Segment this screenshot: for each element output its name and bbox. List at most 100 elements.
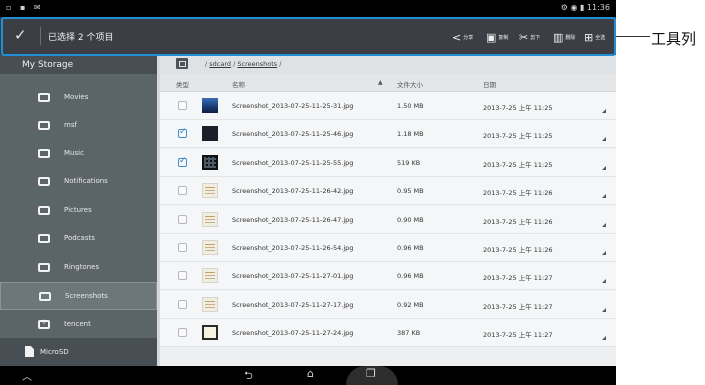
row-menu-corner-icon[interactable] <box>602 336 606 341</box>
share-icon: < <box>452 30 462 44</box>
file-size: 1.18 MB <box>397 130 424 139</box>
row-menu-corner-icon[interactable] <box>602 109 606 113</box>
file-size: 0.96 MB <box>397 272 424 281</box>
row-menu-corner-icon[interactable] <box>602 137 606 142</box>
folder-icon <box>38 149 50 158</box>
row-checkbox[interactable] <box>178 328 187 338</box>
file-size: 1.50 MB <box>397 102 424 110</box>
select-all-button[interactable]: ⊞ 全选 <box>584 29 605 45</box>
table-row[interactable]: Screenshot_2013-07-25-11-26-47.jpg 0.90 M… <box>160 205 616 234</box>
share-label: 分享 <box>463 34 474 41</box>
home-icon[interactable]: ⌂ <box>307 367 314 380</box>
recent-apps-icon[interactable]: ❐ <box>366 367 376 380</box>
folder-icon <box>38 177 50 186</box>
folder-icon <box>38 234 50 243</box>
storage-location-icon[interactable] <box>176 58 188 69</box>
file-date: 2013-7-25 上午 11:26 <box>483 246 553 254</box>
sort-ascending-icon[interactable]: ▲ <box>378 79 383 86</box>
row-menu-corner-icon[interactable] <box>602 251 606 255</box>
sidebar-item-movies[interactable]: Movies <box>0 84 157 112</box>
column-header-type[interactable]: 类型 <box>176 79 189 89</box>
tablet-screen: ▫ ▪ ✉ ⚙ ◉ ▮ 11:36 ✓ 已选择 2 个项目 < 分享 ▣ 复制 … <box>0 0 616 385</box>
row-checkbox[interactable] <box>178 214 187 224</box>
row-menu-corner-icon[interactable] <box>602 222 606 227</box>
file-date: 2013-7-25 上午 11:26 <box>483 189 553 198</box>
sd-card-icon <box>25 346 34 357</box>
folder-icon <box>39 292 51 301</box>
row-checkbox[interactable] <box>178 243 187 252</box>
folder-plus-icon <box>38 318 50 329</box>
system-navigation-bar: ︿ ⮌ ⌂ ❐ <box>0 366 616 385</box>
sidebar-item-podcasts[interactable]: Podcasts <box>0 225 157 253</box>
status-clock: ⚙ ◉ ▮ 11:36 <box>560 3 610 12</box>
back-icon[interactable]: ⮌ <box>244 367 253 385</box>
sidebar-item-label: Screenshots <box>65 292 108 300</box>
breadcrumb-separator: / <box>279 60 282 68</box>
sidebar-item-tencent[interactable]: tencent <box>0 311 157 339</box>
table-row[interactable]: Screenshot_2013-07-25-11-25-55.jpg 519 KB… <box>160 148 616 177</box>
done-check-icon[interactable]: ✓ <box>14 26 27 44</box>
breadcrumb-segment-screenshots[interactable]: Screenshots <box>237 60 277 68</box>
copy-icon: ▣ <box>486 30 497 44</box>
delete-button[interactable]: ▥ 删除 <box>553 29 575 45</box>
row-checkbox[interactable] <box>178 101 187 110</box>
cut-button[interactable]: ✂ 剪下 <box>519 29 540 45</box>
share-button[interactable]: < 分享 <box>452 29 473 45</box>
row-menu-corner-icon[interactable] <box>602 307 606 312</box>
column-header-name[interactable]: 名称 <box>232 79 245 89</box>
table-row[interactable]: Screenshot_2013-07-25-11-27-01.jpg 0.96 M… <box>160 262 616 291</box>
file-table-header: 类型 名称 ▲ 文件大小 日期 <box>160 74 616 92</box>
sidebar-item-notifications[interactable]: Notifications <box>0 168 157 196</box>
copy-button[interactable]: ▣ 复制 <box>486 29 508 45</box>
row-menu-corner-icon[interactable] <box>602 165 606 170</box>
image-thumbnail-icon <box>202 183 218 199</box>
image-thumbnail-icon <box>202 296 218 312</box>
chevron-up-icon[interactable]: ︿ <box>22 368 32 383</box>
file-date: 2013-7-25 上午 11:27 <box>483 274 553 283</box>
sidebar-item-music[interactable]: Music <box>0 140 157 168</box>
file-size: 0.90 MB <box>397 215 424 224</box>
table-row[interactable]: Screenshot_2013-07-25-11-26-54.jpg 0.96 M… <box>160 234 616 262</box>
column-header-size[interactable]: 文件大小 <box>397 79 423 89</box>
sidebar-item-label: Movies <box>64 93 89 101</box>
file-name: Screenshot_2013-07-25-11-25-31.jpg <box>232 102 354 110</box>
file-date: 2013-7-25 上午 11:27 <box>483 331 553 340</box>
row-checkbox[interactable] <box>178 186 187 196</box>
sidebar-item-microsd[interactable]: MicroSD <box>0 338 157 366</box>
sidebar-item-pictures[interactable]: Pictures <box>0 197 157 225</box>
row-checkbox[interactable] <box>178 271 187 281</box>
file-name: Screenshot_2013-07-25-11-25-46.jpg <box>232 130 354 139</box>
file-name: Screenshot_2013-07-25-11-26-47.jpg <box>232 215 354 224</box>
table-row[interactable]: Screenshot_2013-07-25-11-25-46.jpg 1.18 M… <box>160 120 616 149</box>
row-menu-corner-icon[interactable] <box>602 279 606 284</box>
table-row[interactable]: Screenshot_2013-07-25-11-27-17.jpg 0.92 M… <box>160 290 616 319</box>
table-row[interactable]: Screenshot_2013-07-25-11-27-24.jpg 387 KB… <box>160 319 616 348</box>
breadcrumb-segment-sdcard[interactable]: sdcard <box>209 60 231 68</box>
column-header-date[interactable]: 日期 <box>483 79 496 89</box>
row-checkbox[interactable] <box>178 156 187 167</box>
row-menu-corner-icon[interactable] <box>602 194 606 199</box>
file-name: Screenshot_2013-07-25-11-27-01.jpg <box>232 272 354 281</box>
status-notification-icons: ▫ ▪ ✉ <box>6 3 44 12</box>
breadcrumb-separator: / <box>233 60 236 68</box>
select-all-label: 全选 <box>595 34 606 41</box>
file-size: 519 KB <box>397 158 421 167</box>
sidebar-item-msf[interactable]: msf <box>0 112 157 140</box>
sidebar-item-ringtones[interactable]: Ringtones <box>0 254 157 282</box>
action-bar: ✓ 已选择 2 个项目 < 分享 ▣ 复制 ✂ 剪下 ▥ 删除 ⊞ 全选 <box>0 17 616 55</box>
sidebar-item-screenshots[interactable]: Screenshots <box>0 282 157 310</box>
file-date: 2013-7-25 上午 11:27 <box>483 302 553 311</box>
breadcrumb: / sdcard / Screenshots / <box>160 55 616 74</box>
sidebar-item-label: tencent <box>64 320 91 328</box>
file-size: 0.92 MB <box>397 300 424 309</box>
sidebar-item-label: Ringtones <box>64 263 100 271</box>
folder-icon <box>38 121 50 130</box>
table-row[interactable]: Screenshot_2013-07-25-11-25-31.jpg 1.50 M… <box>160 92 616 120</box>
sidebar-header[interactable]: My Storage <box>0 55 157 74</box>
table-row[interactable]: Screenshot_2013-07-25-11-26-42.jpg 0.95 M… <box>160 177 616 206</box>
file-name: Screenshot_2013-07-25-11-26-42.jpg <box>232 187 354 196</box>
folder-icon <box>38 93 50 102</box>
row-checkbox[interactable] <box>178 299 187 309</box>
file-date: 2013-7-25 上午 11:25 <box>483 132 553 141</box>
row-checkbox[interactable] <box>178 127 187 139</box>
